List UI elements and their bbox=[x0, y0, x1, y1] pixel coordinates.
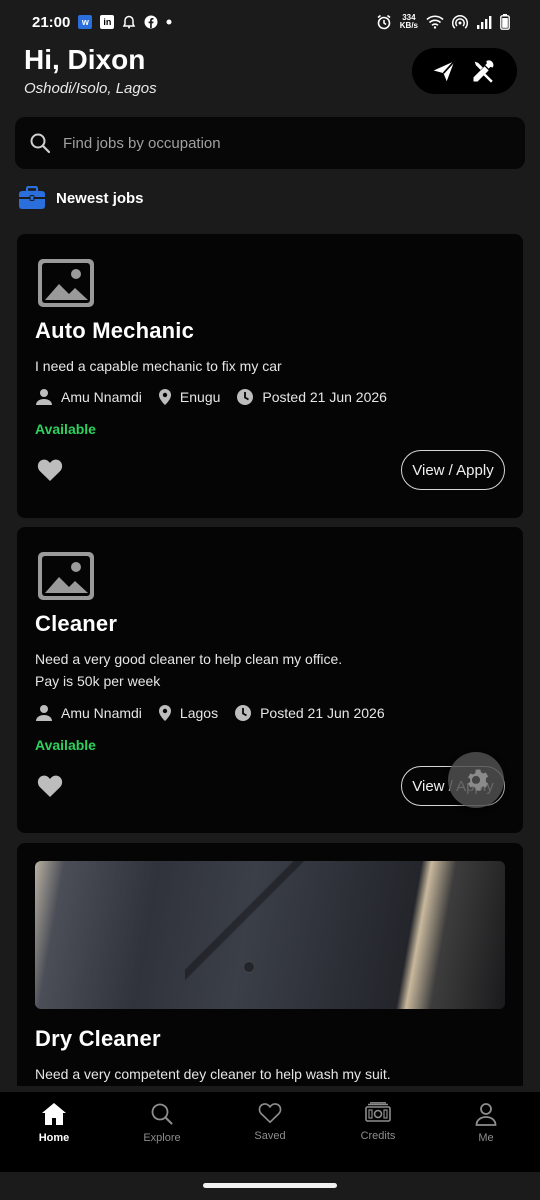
job-image bbox=[35, 861, 505, 1009]
alarm-icon bbox=[377, 14, 391, 30]
signal-icon bbox=[477, 16, 492, 29]
nav-label: Saved bbox=[254, 1130, 286, 1142]
nav-label: Me bbox=[478, 1132, 494, 1144]
job-image-detail bbox=[185, 861, 305, 1009]
notification-icon bbox=[123, 15, 136, 29]
poster: Amu Nnamdi bbox=[35, 704, 142, 722]
home-indicator[interactable] bbox=[203, 1183, 337, 1188]
job-location: Enugu bbox=[158, 388, 220, 406]
net-speed-unit: KB/s bbox=[399, 21, 418, 30]
nav-explore[interactable]: Explore bbox=[108, 1092, 216, 1172]
location-pin-icon bbox=[158, 389, 171, 405]
posted-date: Posted 21 Jun 2026 bbox=[234, 704, 385, 722]
job-card[interactable]: Cleaner Need a very good cleaner to help… bbox=[17, 527, 523, 833]
heart-icon[interactable] bbox=[37, 774, 63, 798]
posted-text: Posted 21 Jun 2026 bbox=[260, 705, 385, 721]
job-title[interactable]: Auto Mechanic bbox=[35, 318, 194, 344]
job-description: Need a very good cleaner to help clean m… bbox=[35, 648, 342, 692]
image-placeholder-icon bbox=[38, 552, 94, 600]
status-left: 21:00 w in bbox=[32, 14, 172, 31]
send-icon[interactable] bbox=[431, 58, 457, 84]
nav-label: Credits bbox=[360, 1130, 396, 1142]
job-card[interactable]: Auto Mechanic I need a capable mechanic … bbox=[17, 234, 523, 518]
job-description: Need a very competent dey cleaner to hel… bbox=[35, 1063, 391, 1085]
availability-status: Available bbox=[35, 737, 96, 753]
poster-name: Amu Nnamdi bbox=[61, 389, 142, 405]
poster: Amu Nnamdi bbox=[35, 388, 142, 406]
net-speed: 334 KB/s bbox=[400, 14, 418, 30]
section-title: Newest jobs bbox=[56, 189, 144, 207]
header-actions bbox=[412, 48, 517, 94]
linkedin-icon: in bbox=[100, 15, 115, 29]
search-icon bbox=[30, 133, 51, 154]
w-app-icon: w bbox=[78, 15, 93, 29]
job-location: Lagos bbox=[158, 704, 218, 722]
job-feed[interactable]: Auto Mechanic I need a capable mechanic … bbox=[0, 230, 540, 1086]
job-meta: Amu Nnamdi Enugu Posted 21 Jun 2026 bbox=[35, 388, 393, 406]
person-icon bbox=[36, 705, 52, 721]
newest-jobs-header: Newest jobs bbox=[18, 186, 144, 210]
search-icon bbox=[151, 1103, 173, 1125]
job-description-line: Need a very competent dey cleaner to hel… bbox=[35, 1066, 391, 1082]
greeting: Hi, Dixon bbox=[24, 44, 146, 75]
user-location: Oshodi/Isolo, Lagos bbox=[24, 80, 157, 97]
view-apply-button[interactable]: View / Apply bbox=[401, 450, 505, 490]
job-title[interactable]: Dry Cleaner bbox=[35, 1026, 161, 1052]
heart-icon[interactable] bbox=[37, 458, 63, 482]
home-icon bbox=[42, 1103, 66, 1125]
image-placeholder-icon bbox=[38, 259, 94, 307]
location-name: Lagos bbox=[179, 705, 219, 721]
posted-date: Posted 21 Jun 2026 bbox=[236, 388, 387, 406]
battery-icon bbox=[500, 14, 510, 30]
briefcase-icon bbox=[19, 186, 45, 209]
poster-name: Amu Nnamdi bbox=[61, 705, 142, 721]
job-description: I need a capable mechanic to fix my car bbox=[35, 355, 282, 377]
nav-saved[interactable]: Saved bbox=[216, 1092, 324, 1172]
job-image-detail bbox=[243, 961, 255, 973]
person-icon bbox=[36, 389, 52, 405]
nav-home[interactable]: Home bbox=[0, 1092, 108, 1172]
status-time: 21:00 bbox=[32, 13, 71, 31]
job-description-line: I need a capable mechanic to fix my car bbox=[35, 358, 282, 374]
posted-text: Posted 21 Jun 2026 bbox=[262, 389, 387, 405]
facebook-icon bbox=[144, 15, 158, 29]
floating-settings-button[interactable] bbox=[448, 752, 504, 808]
dot-icon bbox=[166, 19, 172, 25]
clock-icon bbox=[237, 389, 254, 405]
heart-icon bbox=[258, 1103, 282, 1124]
gear-icon bbox=[468, 769, 489, 791]
money-icon bbox=[365, 1102, 391, 1122]
nav-label: Explore bbox=[143, 1132, 181, 1144]
job-description-line: Pay is 50k per week bbox=[35, 673, 161, 689]
nav-label: Home bbox=[38, 1132, 70, 1144]
job-card[interactable]: Dry Cleaner Need a very competent dey cl… bbox=[17, 843, 523, 1086]
status-right: 334 KB/s bbox=[376, 14, 510, 30]
location-name: Enugu bbox=[179, 389, 221, 405]
search-bar[interactable]: Find jobs by occupation bbox=[15, 117, 525, 169]
job-description-line: Need a very good cleaner to help clean m… bbox=[35, 651, 343, 667]
job-meta: Amu Nnamdi Lagos Posted 21 Jun 2026 bbox=[35, 704, 391, 722]
wifi-icon bbox=[426, 15, 444, 29]
availability-status: Available bbox=[35, 421, 96, 437]
hotspot-icon bbox=[452, 15, 468, 29]
nav-me[interactable]: Me bbox=[432, 1092, 540, 1172]
clock-icon bbox=[235, 705, 252, 721]
nav-credits[interactable]: Credits bbox=[324, 1092, 432, 1172]
person-icon bbox=[475, 1103, 497, 1126]
search-input[interactable]: Find jobs by occupation bbox=[63, 135, 221, 152]
job-title[interactable]: Cleaner bbox=[35, 611, 117, 637]
tools-icon[interactable] bbox=[470, 57, 498, 85]
location-pin-icon bbox=[158, 705, 171, 721]
bottom-nav: Home Explore Saved Credits Me bbox=[0, 1092, 540, 1172]
status-bar: 21:00 w in 334 KB/s bbox=[0, 0, 540, 44]
